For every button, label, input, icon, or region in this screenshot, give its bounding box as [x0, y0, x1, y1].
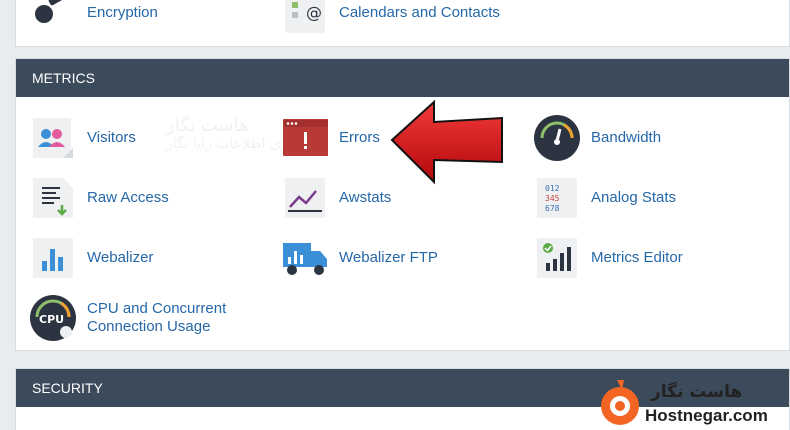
calendars-contacts-label[interactable]: Calendars and Contacts — [339, 4, 500, 22]
webalizer-ftp-icon — [282, 235, 328, 281]
svg-text:012: 012 — [545, 184, 560, 193]
visitors-label[interactable]: Visitors — [87, 129, 136, 147]
hostnegar-logo: هاست نگار Hostnegar.com — [595, 374, 790, 430]
pointer-arrow-icon — [390, 100, 503, 185]
svg-text:@: @ — [306, 3, 322, 22]
encryption-item[interactable]: Encryption — [30, 0, 158, 36]
svg-text:CPU: CPU — [39, 313, 64, 326]
bandwidth-item[interactable]: Bandwidth — [534, 115, 661, 161]
metrics-editor-item[interactable]: Metrics Editor — [534, 235, 683, 281]
bandwidth-label[interactable]: Bandwidth — [591, 129, 661, 147]
metrics-header[interactable]: METRICS — [16, 59, 789, 97]
calendars-contacts-item[interactable]: @ Calendars and Contacts — [282, 0, 500, 36]
logo-icon — [601, 380, 639, 425]
awstats-label[interactable]: Awstats — [339, 189, 391, 207]
logo-en-text: Hostnegar.com — [645, 406, 768, 425]
visitors-icon — [30, 115, 76, 161]
cpu-usage-icon: CPU — [30, 295, 76, 341]
raw-access-item[interactable]: Raw Access — [30, 175, 169, 221]
bandwidth-gauge-icon — [534, 115, 580, 161]
errors-label[interactable]: Errors — [339, 129, 380, 147]
errors-icon — [282, 115, 328, 161]
webalizer-icon — [30, 235, 76, 281]
analog-stats-item[interactable]: 012 345 678 Analog Stats — [534, 175, 676, 221]
svg-text:678: 678 — [545, 204, 560, 213]
raw-access-icon — [30, 175, 76, 221]
encryption-label[interactable]: Encryption — [87, 4, 158, 22]
key-icon — [30, 0, 76, 36]
analog-stats-label[interactable]: Analog Stats — [591, 189, 676, 207]
svg-text:345: 345 — [545, 194, 560, 203]
webalizer-item[interactable]: Webalizer — [30, 235, 153, 281]
files-panel: Encryption @ Calendars and Contacts — [15, 0, 790, 47]
awstats-icon — [282, 175, 328, 221]
cpu-usage-item[interactable]: CPU CPU and Concurrent Connection Usage — [30, 295, 226, 341]
logo-fa-text: هاست نگار — [651, 382, 743, 402]
awstats-item[interactable]: Awstats — [282, 175, 391, 221]
webalizer-ftp-item[interactable]: Webalizer FTP — [282, 235, 438, 281]
analog-stats-icon: 012 345 678 — [534, 175, 580, 221]
cpu-usage-label[interactable]: CPU and Concurrent Connection Usage — [87, 300, 226, 336]
errors-item[interactable]: Errors — [282, 115, 380, 161]
webalizer-ftp-label[interactable]: Webalizer FTP — [339, 249, 438, 267]
metrics-editor-label[interactable]: Metrics Editor — [591, 249, 683, 267]
visitors-item[interactable]: Visitors — [30, 115, 136, 161]
metrics-editor-icon — [534, 235, 580, 281]
calendar-contacts-icon: @ — [282, 0, 328, 36]
raw-access-label[interactable]: Raw Access — [87, 189, 169, 207]
webalizer-label[interactable]: Webalizer — [87, 249, 153, 267]
